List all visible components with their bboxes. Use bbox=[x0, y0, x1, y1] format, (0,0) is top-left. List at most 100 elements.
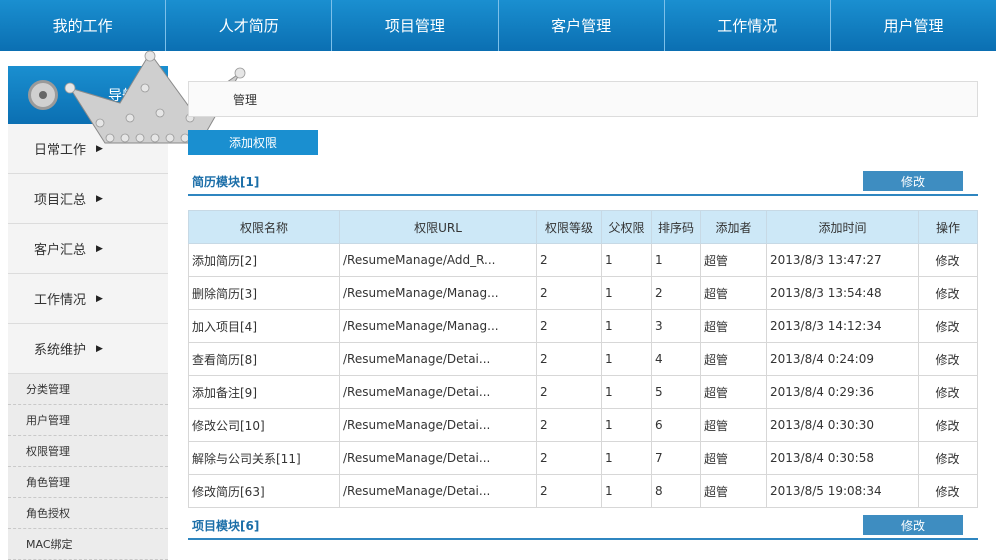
nav-projects[interactable]: 项目管理 bbox=[332, 0, 499, 51]
table-cell: 超管 bbox=[700, 474, 767, 508]
table-cell: 添加备注[9] bbox=[188, 375, 340, 409]
table-cell: 2 bbox=[536, 276, 602, 310]
table-cell: 2 bbox=[536, 243, 602, 277]
sidebar-item-label: 项目汇总 bbox=[34, 193, 87, 208]
table-cell: /ResumeManage/Add_R... bbox=[339, 243, 537, 277]
table-cell: 修改简历[63] bbox=[188, 474, 340, 508]
table-cell: /ResumeManage/Manag... bbox=[339, 276, 537, 310]
table-row: 加入项目[4]/ResumeManage/Manag... 2 1 3 超管 2013/8… bbox=[188, 309, 978, 343]
table-cell: 1 bbox=[601, 441, 652, 475]
table-cell: 5 bbox=[651, 375, 701, 409]
edit-row-link[interactable]: 修改 bbox=[918, 441, 978, 475]
table-cell: 2013/8/4 0:29:36 bbox=[766, 375, 919, 409]
submenu-category[interactable]: 分类管理 bbox=[8, 374, 168, 405]
submenu-roles[interactable]: 角色管理 bbox=[8, 467, 168, 498]
edit-row-link[interactable]: 修改 bbox=[918, 474, 978, 508]
table-cell: 1 bbox=[601, 243, 652, 277]
col-header: 排序码 bbox=[651, 210, 701, 244]
col-header: 添加者 bbox=[700, 210, 767, 244]
edit-row-link[interactable]: 修改 bbox=[918, 309, 978, 343]
table-row: 添加简历[2]/ResumeManage/Add_R... 2 1 1 超管 2013/8… bbox=[188, 243, 978, 277]
table-cell: 2013/8/3 14:12:34 bbox=[766, 309, 919, 343]
table-cell: 2 bbox=[536, 441, 602, 475]
sidebar-item-customer-summary[interactable]: 客户汇总 ▶ bbox=[8, 224, 168, 274]
module-title: 项目模块[6] bbox=[192, 518, 260, 533]
table-cell: 2 bbox=[536, 474, 602, 508]
module-header-project: 项目模块[6] 修改 bbox=[188, 512, 978, 540]
table-cell: 1 bbox=[601, 309, 652, 343]
table-cell: 3 bbox=[651, 309, 701, 343]
table-cell: /ResumeManage/Detai... bbox=[339, 441, 537, 475]
sidebar-item-work-status[interactable]: 工作情况 ▶ bbox=[8, 274, 168, 324]
table-cell: 1 bbox=[651, 243, 701, 277]
table-cell: 2013/8/5 19:08:34 bbox=[766, 474, 919, 508]
caret-right-icon: ▶ bbox=[96, 343, 103, 354]
table-cell: 4 bbox=[651, 342, 701, 376]
col-header: 操作 bbox=[918, 210, 978, 244]
col-header: 添加时间 bbox=[766, 210, 919, 244]
table-row: 修改公司[10]/ResumeManage/Detai... 2 1 6 超管 2013/… bbox=[188, 408, 978, 442]
edit-row-link[interactable]: 修改 bbox=[918, 408, 978, 442]
table-cell: 2 bbox=[536, 309, 602, 343]
page-title: 管理 bbox=[233, 92, 258, 107]
table-cell: 2013/8/4 0:24:09 bbox=[766, 342, 919, 376]
nav-my-work[interactable]: 我的工作 bbox=[0, 0, 167, 51]
table-row: 修改简历[63]/ResumeManage/Detai... 2 1 8 超管 2013/… bbox=[188, 474, 978, 508]
caret-right-icon: ▶ bbox=[96, 243, 103, 254]
submenu-users[interactable]: 用户管理 bbox=[8, 405, 168, 436]
submenu-permissions[interactable]: 权限管理 bbox=[8, 436, 168, 467]
sidebar-item-label: 系统维护 bbox=[34, 343, 87, 358]
table-row: 删除简历[3]/ResumeManage/Manag... 2 1 2 超管 2013/8… bbox=[188, 276, 978, 310]
table-cell: 超管 bbox=[700, 408, 767, 442]
table-cell: 查看简历[8] bbox=[188, 342, 340, 376]
table-cell: 加入项目[4] bbox=[188, 309, 340, 343]
table-row: 解除与公司关系[11]/ResumeManage/Detai... 2 1 7 超管 20… bbox=[188, 441, 978, 475]
table-cell: 1 bbox=[601, 408, 652, 442]
table-cell: 2 bbox=[536, 375, 602, 409]
table-row: 查看简历[8]/ResumeManage/Detai... 2 1 4 超管 2013/8… bbox=[188, 342, 978, 376]
col-header: 权限等级 bbox=[536, 210, 602, 244]
system-submenu: 分类管理 用户管理 权限管理 角色管理 角色授权 MAC绑定 bbox=[8, 374, 168, 560]
add-permission-button[interactable]: 添加权限 bbox=[188, 130, 318, 155]
module-header-resume: 简历模块[1] 修改 bbox=[188, 168, 978, 196]
table-cell: 8 bbox=[651, 474, 701, 508]
table-cell: 1 bbox=[601, 342, 652, 376]
col-header: 权限名称 bbox=[188, 210, 340, 244]
table-cell: /ResumeManage/Detai... bbox=[339, 375, 537, 409]
edit-row-link[interactable]: 修改 bbox=[918, 375, 978, 409]
edit-row-link[interactable]: 修改 bbox=[918, 243, 978, 277]
table-cell: 2 bbox=[651, 276, 701, 310]
edit-row-link[interactable]: 修改 bbox=[918, 276, 978, 310]
top-nav: 我的工作 人才简历 项目管理 客户管理 工作情况 用户管理 bbox=[0, 0, 996, 51]
nav-customers[interactable]: 客户管理 bbox=[499, 0, 665, 51]
submenu-role-auth[interactable]: 角色授权 bbox=[8, 498, 168, 529]
nav-users[interactable]: 用户管理 bbox=[831, 0, 996, 51]
table-cell: /ResumeManage/Detai... bbox=[339, 474, 537, 508]
sidebar-item-project-summary[interactable]: 项目汇总 ▶ bbox=[8, 174, 168, 224]
table-cell: 2 bbox=[536, 342, 602, 376]
col-header: 权限URL bbox=[339, 210, 537, 244]
nav-work-status[interactable]: 工作情况 bbox=[665, 0, 831, 51]
sidebar-item-system[interactable]: 系统维护 ▶ bbox=[8, 324, 168, 374]
edit-module-button[interactable]: 修改 bbox=[863, 171, 963, 191]
table-cell: 2013/8/3 13:47:27 bbox=[766, 243, 919, 277]
table-cell: 超管 bbox=[700, 441, 767, 475]
table-cell: 超管 bbox=[700, 342, 767, 376]
table-cell: /ResumeManage/Detai... bbox=[339, 342, 537, 376]
table-cell: 2 bbox=[536, 408, 602, 442]
page-title-box: 管理 bbox=[188, 81, 978, 117]
table-cell: /ResumeManage/Detai... bbox=[339, 408, 537, 442]
caret-right-icon: ▶ bbox=[96, 293, 103, 304]
edit-row-link[interactable]: 修改 bbox=[918, 342, 978, 376]
table-cell: 超管 bbox=[700, 375, 767, 409]
table-cell: 超管 bbox=[700, 243, 767, 277]
main-content: 管理 添加权限 简历模块[1] 修改 权限名称 权限URL 权限等级 父权限 排… bbox=[188, 81, 978, 540]
table-cell: 2013/8/4 0:30:30 bbox=[766, 408, 919, 442]
col-header: 父权限 bbox=[601, 210, 652, 244]
table-cell: 1 bbox=[601, 276, 652, 310]
submenu-mac-binding[interactable]: MAC绑定 bbox=[8, 529, 168, 560]
table-cell: 删除简历[3] bbox=[188, 276, 340, 310]
sidebar-item-label: 客户汇总 bbox=[34, 243, 87, 258]
nav-resumes[interactable]: 人才简历 bbox=[166, 0, 333, 51]
edit-module-button[interactable]: 修改 bbox=[863, 515, 963, 535]
